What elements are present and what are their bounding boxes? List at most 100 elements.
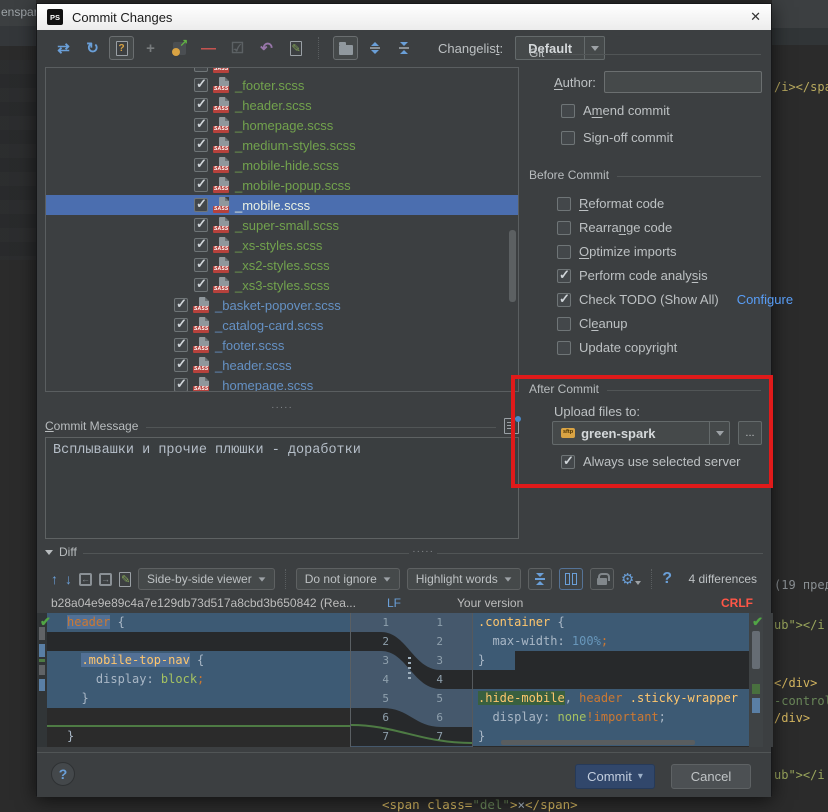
side-by-side-layout-toggle[interactable] bbox=[559, 568, 583, 590]
show-checkboxes-icon[interactable]: ☑ bbox=[225, 36, 250, 60]
commit-button[interactable]: Commit ▾ bbox=[575, 764, 655, 789]
file-checkbox[interactable] bbox=[194, 198, 208, 212]
before-commit-option-checkbox[interactable] bbox=[557, 293, 571, 307]
viewer-type-select[interactable]: Side-by-side viewer bbox=[138, 568, 275, 590]
before-commit-option-checkbox[interactable] bbox=[557, 245, 571, 259]
before-commit-option-label: Update copyright bbox=[579, 340, 677, 355]
refresh-icon[interactable]: ↻ bbox=[80, 36, 105, 60]
help-button[interactable]: ? bbox=[51, 762, 75, 786]
tree-row[interactable]: SASS_super-small.scss bbox=[46, 215, 518, 235]
tree-row[interactable]: SASS_xs2-styles.scss bbox=[46, 255, 518, 275]
rollback-icon[interactable]: ↶ bbox=[254, 36, 279, 60]
tree-row[interactable]: SASS_basket-popover.scss bbox=[46, 295, 518, 315]
file-checkbox[interactable] bbox=[194, 98, 208, 112]
tree-row[interactable]: SASS_footer.scss bbox=[46, 75, 518, 95]
tree-scrollbar[interactable] bbox=[509, 230, 516, 302]
file-checkbox[interactable] bbox=[194, 278, 208, 292]
file-checkbox[interactable] bbox=[174, 358, 188, 372]
changes-tree[interactable]: SASSSASS_footer.scssSASS_header.scssSASS… bbox=[45, 67, 519, 392]
file-checkbox[interactable] bbox=[194, 78, 208, 92]
code-token: !important bbox=[586, 710, 658, 724]
tree-row[interactable]: SASS_footer.scss bbox=[46, 335, 518, 355]
edit-changelist-icon[interactable] bbox=[283, 36, 308, 60]
server-select[interactable]: sftp green-spark bbox=[552, 421, 730, 445]
diff-viewer[interactable]: ✔ header { .mobile-top-nav { display: bl… bbox=[37, 613, 773, 747]
before-commit-option-checkbox[interactable] bbox=[557, 317, 571, 331]
apply-right-icon[interactable]: → bbox=[99, 573, 112, 586]
diff-right-eol[interactable]: CRLF bbox=[721, 596, 753, 610]
previous-difference-icon[interactable]: ↑ bbox=[51, 572, 58, 586]
whitespace-ignore-select[interactable]: Do not ignore bbox=[296, 568, 400, 590]
file-checkbox[interactable] bbox=[194, 178, 208, 192]
move-to-changelist-icon[interactable] bbox=[167, 36, 192, 60]
cancel-button[interactable]: Cancel bbox=[671, 764, 751, 789]
file-checkbox[interactable] bbox=[194, 138, 208, 152]
horizontal-scrollbar[interactable] bbox=[501, 740, 695, 745]
highlight-mode-select[interactable]: Highlight words bbox=[407, 568, 521, 590]
after-commit-option-checkbox[interactable] bbox=[561, 455, 575, 469]
delete-icon[interactable]: — bbox=[196, 36, 221, 60]
tree-row[interactable]: SASS_homepage.scss bbox=[46, 375, 518, 392]
file-checkbox[interactable] bbox=[194, 158, 208, 172]
help-icon[interactable]: ? bbox=[662, 570, 672, 588]
apply-left-icon[interactable]: ← bbox=[79, 573, 92, 586]
background-code-fragment: -control bbox=[774, 694, 828, 708]
before-commit-option-checkbox[interactable] bbox=[557, 197, 571, 211]
tree-row[interactable]: SASS_homepage.scss bbox=[46, 115, 518, 135]
git-option-checkbox[interactable] bbox=[561, 104, 575, 118]
synchronize-scrolling-toggle[interactable] bbox=[590, 568, 614, 590]
next-difference-icon[interactable]: ↓ bbox=[65, 572, 72, 586]
file-checkbox[interactable] bbox=[194, 258, 208, 272]
file-checkbox[interactable] bbox=[174, 338, 188, 352]
tree-row[interactable]: SASS_header.scss bbox=[46, 355, 518, 375]
tree-row[interactable]: SASS_mobile.scss bbox=[46, 195, 518, 215]
commit-message-box[interactable]: Всплывашки и прочие плюшки - доработки bbox=[45, 437, 519, 539]
before-commit-option-checkbox[interactable] bbox=[557, 269, 571, 283]
expand-all-icon[interactable] bbox=[362, 36, 387, 60]
chevron-down-icon[interactable] bbox=[709, 422, 729, 444]
browse-servers-button[interactable]: ... bbox=[738, 421, 762, 445]
git-option-checkbox[interactable] bbox=[561, 131, 575, 145]
diff-settings-button[interactable]: ⚙ bbox=[621, 572, 641, 587]
tree-row[interactable]: SASS_mobile-popup.scss bbox=[46, 175, 518, 195]
diff-left-eol[interactable]: LF bbox=[387, 596, 401, 610]
tree-row[interactable]: SASS_catalog-card.scss bbox=[46, 315, 518, 335]
sass-file-icon: SASS bbox=[213, 137, 230, 153]
file-checkbox[interactable] bbox=[174, 298, 188, 312]
before-commit-option-checkbox[interactable] bbox=[557, 221, 571, 235]
right-code-line: .container { bbox=[473, 613, 749, 632]
show-unversioned-files-icon[interactable]: ? bbox=[109, 36, 134, 60]
file-checkbox[interactable] bbox=[194, 218, 208, 232]
splitter-handle[interactable]: ····· bbox=[409, 549, 437, 555]
diff-splitter-handle[interactable] bbox=[408, 657, 411, 681]
file-checkbox[interactable] bbox=[194, 238, 208, 252]
diff-right-scrollbar[interactable]: ✔ bbox=[749, 613, 763, 747]
splitter-handle[interactable]: ····· bbox=[45, 405, 519, 411]
tree-row[interactable]: SASS_mobile-hide.scss bbox=[46, 155, 518, 175]
code-token: × bbox=[517, 797, 525, 812]
scrollbar-thumb[interactable] bbox=[752, 631, 760, 669]
file-checkbox[interactable] bbox=[194, 67, 208, 72]
tree-row[interactable]: SASS_xs-styles.scss bbox=[46, 235, 518, 255]
tree-row[interactable]: SASS_xs3-styles.scss bbox=[46, 275, 518, 295]
add-icon[interactable]: + bbox=[138, 36, 163, 60]
show-diff-icon[interactable]: ⇄ bbox=[51, 36, 76, 60]
message-history-icon[interactable] bbox=[504, 418, 519, 434]
collapse-unchanged-toggle[interactable] bbox=[528, 568, 552, 590]
tree-row[interactable]: SASS bbox=[46, 67, 518, 75]
file-checkbox[interactable] bbox=[194, 118, 208, 132]
before-commit-option-checkbox[interactable] bbox=[557, 341, 571, 355]
file-checkbox[interactable] bbox=[174, 378, 188, 392]
author-input[interactable] bbox=[604, 71, 762, 93]
diff-right-pane[interactable]: .container { max-width: 100%;}.hide-mobi… bbox=[473, 613, 749, 747]
group-by-directory-icon[interactable] bbox=[333, 36, 358, 60]
diff-left-pane[interactable]: header { .mobile-top-nav { display: bloc… bbox=[47, 613, 350, 747]
configure-link[interactable]: Configure bbox=[737, 292, 793, 307]
file-checkbox[interactable] bbox=[174, 318, 188, 332]
tree-row[interactable]: SASS_medium-styles.scss bbox=[46, 135, 518, 155]
close-icon[interactable]: ✕ bbox=[750, 9, 761, 25]
edit-source-icon[interactable] bbox=[119, 572, 131, 587]
diff-section-header[interactable]: Diff ····· bbox=[45, 545, 763, 559]
tree-row[interactable]: SASS_header.scss bbox=[46, 95, 518, 115]
collapse-all-icon[interactable] bbox=[391, 36, 416, 60]
